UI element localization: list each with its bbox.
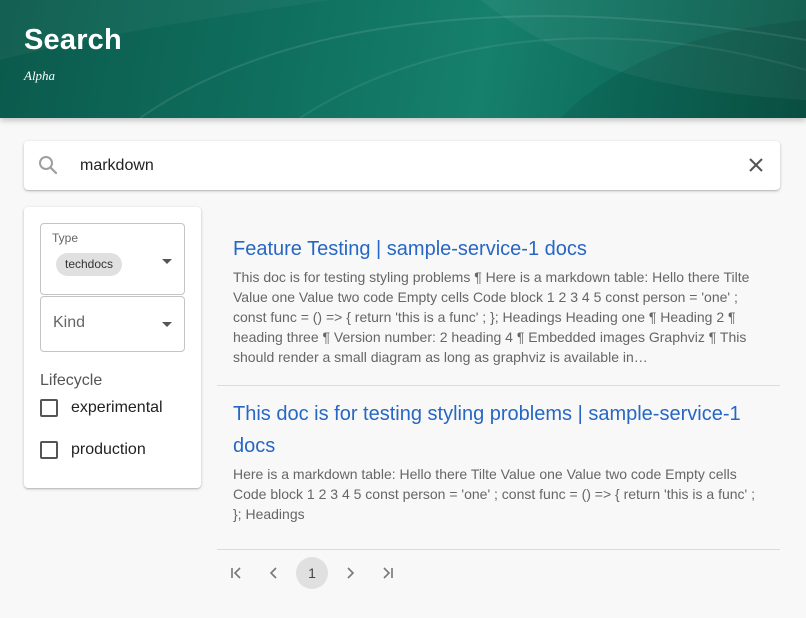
pagination: 1: [220, 557, 410, 589]
last-page-icon[interactable]: [372, 557, 404, 589]
lifecycle-option-production[interactable]: production: [40, 441, 146, 459]
prev-page-icon[interactable]: [258, 557, 290, 589]
page-subtitle: Alpha: [24, 68, 56, 83]
results-list: Feature Testing | sample-service-1 docs …: [217, 221, 780, 550]
chevron-down-icon: [162, 322, 172, 327]
type-select-label: Type: [52, 231, 79, 245]
chevron-down-icon: [162, 259, 172, 264]
search-icon: [38, 155, 58, 175]
checkbox[interactable]: [40, 441, 58, 459]
filter-panel: Type techdocs Kind Lifecycle experimenta…: [24, 207, 201, 488]
list-item: Feature Testing | sample-service-1 docs …: [217, 221, 780, 385]
checkbox[interactable]: [40, 399, 58, 417]
checkbox-label: experimental: [71, 399, 163, 416]
result-title-link[interactable]: Feature Testing | sample-service-1 docs: [233, 233, 764, 265]
result-snippet: Here is a markdown table: Hello there Ti…: [233, 466, 755, 522]
header-background-waves: [0, 0, 806, 118]
divider: [217, 549, 780, 550]
checkbox-label: production: [71, 441, 146, 458]
lifecycle-option-experimental[interactable]: experimental: [40, 399, 163, 417]
search-bar: [24, 141, 780, 190]
list-item: This doc is for testing styling problems…: [217, 386, 780, 549]
type-select[interactable]: Type techdocs: [40, 223, 185, 295]
result-snippet: This doc is for testing styling problems…: [233, 269, 750, 365]
search-input[interactable]: [80, 149, 720, 182]
page-button-current[interactable]: 1: [296, 557, 328, 589]
result-title-link[interactable]: This doc is for testing styling problems…: [233, 398, 764, 462]
type-chip[interactable]: techdocs: [56, 253, 123, 276]
lifecycle-label: Lifecycle: [40, 372, 103, 389]
close-icon[interactable]: [746, 155, 766, 175]
kind-select[interactable]: Kind: [40, 296, 185, 352]
first-page-icon[interactable]: [220, 557, 252, 589]
kind-select-label: Kind: [53, 314, 86, 331]
page-title: Search: [24, 24, 122, 56]
next-page-icon[interactable]: [334, 557, 366, 589]
page-header: Search Alpha: [0, 0, 806, 118]
